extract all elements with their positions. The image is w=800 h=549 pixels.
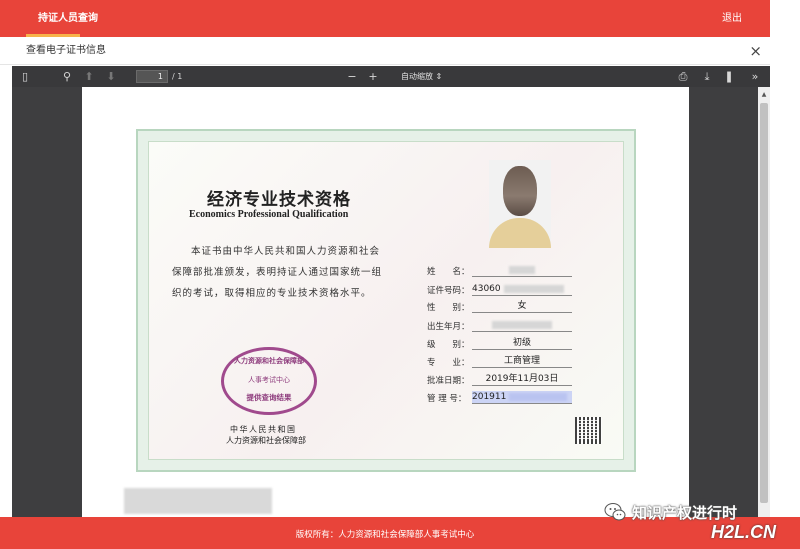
approve-date-label: 批准日期： (427, 376, 470, 386)
zoom-in-icon[interactable]: + (366, 66, 380, 87)
dialog-title: 查看电子证书信息 (26, 45, 106, 56)
certificate-title-zh: 经济专业技术资格 (207, 190, 351, 210)
id-label: 证件号码： (427, 286, 470, 296)
major-label: 专 业： (427, 358, 470, 368)
scroll-up-icon[interactable]: ▲ (758, 89, 770, 101)
id-value-row: 43060 (472, 283, 572, 296)
level-value: 初级 (472, 337, 572, 350)
name-label: 姓 名： (427, 267, 470, 277)
page-number-input[interactable]: 1 (136, 70, 168, 83)
watermark-site-logo: H2L.CN (711, 522, 777, 542)
download-icon[interactable]: ⤓ (700, 66, 714, 87)
issuer-ministry: 人力资源和社会保障部 (226, 436, 306, 445)
certificate-title-en: Economics Professional Qualification (189, 209, 349, 220)
bookmark-icon[interactable]: ❚ (722, 66, 736, 87)
manage-number-redacted (509, 392, 568, 401)
tab-certificate-holder-query[interactable]: 持证人员查询 (26, 0, 110, 37)
search-icon[interactable]: ⚲ (60, 66, 74, 87)
qr-code-icon (575, 417, 602, 444)
sidebar-toggle-icon[interactable]: ▯ (18, 66, 32, 87)
name-redacted (509, 265, 535, 274)
issuer-country: 中华人民共和国 (230, 425, 297, 434)
page-total: / 1 (172, 72, 183, 81)
print-icon[interactable]: ⎙ (676, 66, 690, 87)
seal-line-2: 人事考试中心 (248, 376, 290, 384)
pdf-scrollbar[interactable]: ▲ (758, 87, 770, 517)
major-value: 工商管理 (472, 355, 572, 368)
window-right-strip (770, 0, 800, 37)
blurred-content (124, 488, 272, 514)
id-redacted (503, 284, 564, 293)
level-label: 级 别： (427, 340, 470, 350)
name-value (472, 264, 572, 277)
dialog-header: 查看电子证书信息 × (0, 37, 770, 65)
logout-link[interactable]: 退出 (722, 0, 742, 37)
birth-value (472, 319, 572, 332)
birth-label: 出生年月： (427, 322, 470, 332)
manage-number-row: 201911 (472, 391, 572, 404)
zoom-select[interactable]: 自动缩放 ⇕ (401, 66, 442, 87)
manage-number-label: 管 理 号： (427, 394, 467, 404)
more-tools-icon[interactable]: » (748, 66, 762, 87)
certificate-body-text: 本证书由中华人民共和国人力资源和社会保障部批准颁发，表明持证人通过国家统一组织的… (172, 246, 383, 299)
id-value: 43060 (472, 284, 501, 294)
seal-line-1: 人力资源和社会保障部 (234, 357, 304, 365)
seal-line-3: 提供查询结果 (246, 393, 292, 402)
birth-redacted (492, 320, 552, 329)
official-seal: 人力资源和社会保障部 人事考试中心 提供查询结果 (221, 347, 317, 415)
zoom-out-icon[interactable]: − (345, 66, 359, 87)
gender-value: 女 (472, 300, 572, 313)
close-icon[interactable]: × (749, 37, 762, 65)
manage-number-value: 201911 (472, 392, 507, 402)
gender-label: 性 别： (427, 303, 470, 313)
scroll-thumb[interactable] (760, 103, 768, 503)
previous-page-icon[interactable]: ⬆ (82, 66, 96, 87)
photo-body-shape (489, 218, 551, 248)
pdf-toolbar: ▯ ⚲ ⬆ ⬇ 1 / 1 − + 自动缩放 ⇕ ⎙ ⤓ ❚ » (12, 66, 770, 87)
top-nav-bar: 持证人员查询 退出 (0, 0, 770, 37)
approve-date-value: 2019年11月03日 (472, 373, 572, 386)
holder-photo (489, 160, 551, 248)
wechat-icon (604, 503, 626, 521)
next-page-icon[interactable]: ⬇ (104, 66, 118, 87)
photo-head-shape (503, 166, 537, 216)
